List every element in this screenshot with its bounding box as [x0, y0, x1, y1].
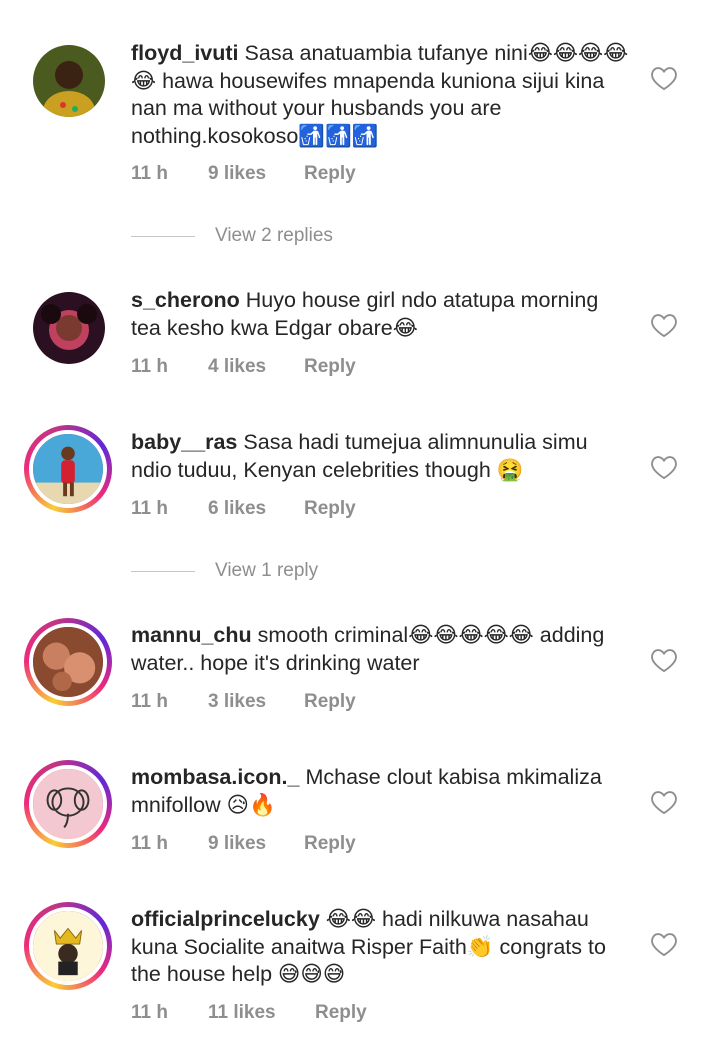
reply-button[interactable]: Reply	[304, 356, 356, 378]
avatar-image	[33, 292, 105, 364]
reply-button[interactable]: Reply	[304, 163, 356, 185]
avatar	[29, 907, 107, 985]
comment-likes[interactable]: 9 likes	[208, 163, 304, 185]
comment-likes[interactable]: 9 likes	[208, 833, 304, 855]
comment-text: mombasa.icon._ Mchase clout kabisa mkimal…	[131, 764, 631, 819]
comment-text: baby__ras Sasa hadi tumejua alimnunulia s…	[131, 429, 631, 484]
comment-username[interactable]: mombasa.icon._	[131, 765, 299, 789]
comment-timestamp: 11 h	[131, 163, 168, 184]
heart-icon[interactable]	[650, 312, 678, 338]
view-replies-label: View 1 reply	[215, 560, 319, 581]
avatar	[29, 623, 107, 701]
comment-timestamp: 11 h	[131, 833, 168, 854]
heart-icon[interactable]	[650, 647, 678, 673]
avatar-story-ring[interactable]	[24, 760, 112, 848]
comment-timestamp: 11 h	[131, 356, 168, 377]
heart-icon[interactable]	[650, 789, 678, 815]
comment-text: s_cherono Huyo house girl ndo atatupa mor…	[131, 287, 631, 342]
avatar-image	[33, 434, 103, 504]
avatar-image	[33, 911, 103, 981]
view-replies-button[interactable]: View 2 replies	[131, 225, 333, 247]
reply-button[interactable]: Reply	[304, 498, 356, 520]
avatar-image	[33, 45, 105, 117]
reply-button[interactable]: Reply	[315, 1002, 367, 1024]
comment-likes[interactable]: 4 likes	[208, 356, 304, 378]
heart-icon[interactable]	[650, 65, 678, 91]
avatar-story-ring[interactable]	[24, 902, 112, 990]
comment-username[interactable]: mannu_chu	[131, 623, 252, 647]
avatar	[29, 430, 107, 508]
view-replies-label: View 2 replies	[215, 225, 333, 246]
comment-meta: 11 h 4 likes Reply	[131, 356, 356, 378]
heart-icon[interactable]	[650, 454, 678, 480]
comment-meta: 11 h 9 likes Reply	[131, 163, 356, 185]
avatar[interactable]	[33, 292, 105, 364]
comment-likes[interactable]: 6 likes	[208, 498, 304, 520]
comment-meta: 11 h 9 likes Reply	[131, 833, 356, 855]
avatar-story-ring[interactable]	[24, 425, 112, 513]
comment-meta: 11 h 6 likes Reply	[131, 498, 356, 520]
avatar-story-ring[interactable]	[24, 618, 112, 706]
reply-button[interactable]: Reply	[304, 833, 356, 855]
comment-meta: 11 h 11 likes Reply	[131, 1002, 367, 1024]
comment-username[interactable]: floyd_ivuti	[131, 41, 239, 65]
heart-icon[interactable]	[650, 931, 678, 957]
comment-timestamp: 11 h	[131, 498, 168, 519]
avatar[interactable]	[33, 45, 105, 117]
comment-username[interactable]: officialprincelucky	[131, 907, 320, 931]
divider-line	[131, 570, 195, 572]
avatar-image	[33, 627, 103, 697]
comments-list: floyd_ivuti Sasa anatuambia tufanye nini😂…	[0, 0, 710, 1056]
comment-text: mannu_chu smooth criminal😂😂😂😂😂 adding wat…	[131, 622, 631, 677]
avatar-image	[33, 769, 103, 839]
comment-username[interactable]: s_cherono	[131, 288, 240, 312]
comment-text: floyd_ivuti Sasa anatuambia tufanye nini😂…	[131, 40, 631, 150]
avatar	[29, 765, 107, 843]
comment-meta: 11 h 3 likes Reply	[131, 691, 356, 713]
comment-likes[interactable]: 11 likes	[208, 1002, 315, 1024]
comment-likes[interactable]: 3 likes	[208, 691, 304, 713]
comment-text: officialprincelucky 😂😂 hadi nilkuwa nasah…	[131, 906, 631, 989]
comment-username[interactable]: baby__ras	[131, 430, 237, 454]
view-replies-button[interactable]: View 1 reply	[131, 560, 318, 582]
divider-line	[131, 235, 195, 237]
comment-timestamp: 11 h	[131, 1002, 168, 1023]
comment-timestamp: 11 h	[131, 691, 168, 712]
reply-button[interactable]: Reply	[304, 691, 356, 713]
